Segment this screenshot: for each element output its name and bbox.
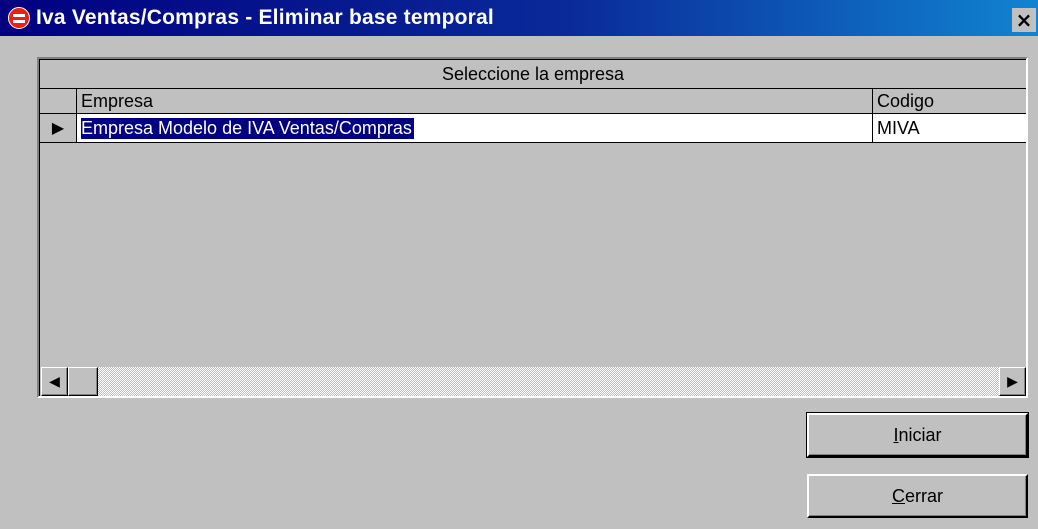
scroll-left-button[interactable]: ◀ [41,367,68,396]
horizontal-scrollbar[interactable]: ◀ ▶ [41,367,1026,396]
scroll-thumb[interactable] [68,367,98,396]
iniciar-label: niciar [898,424,942,445]
grid-caption: Seleccione la empresa [40,60,1026,89]
grid-header: Empresa Codigo [40,89,1026,114]
scroll-right-button[interactable]: ▶ [999,367,1026,396]
app-icon [8,7,30,29]
row-indicator-icon: ▶ [40,114,77,142]
cerrar-button[interactable]: Cerrar [807,474,1028,518]
table-row[interactable]: ▶ Empresa Modelo de IVA Ventas/Compras M… [40,114,1026,143]
column-header-empresa[interactable]: Empresa [77,89,873,113]
cerrar-label: errar [904,485,943,506]
indicator-column-header [40,89,77,113]
cerrar-access-key: C [891,485,905,506]
title-bar: Iva Ventas/Compras - Eliminar base tempo… [0,0,1038,36]
cell-empresa[interactable]: Empresa Modelo de IVA Ventas/Compras [77,114,873,142]
column-header-codigo[interactable]: Codigo [873,89,1026,113]
arrow-right-icon: ▶ [1007,373,1018,389]
cell-codigo[interactable]: MIVA [873,114,1026,142]
close-button[interactable]: × [1012,8,1036,32]
cell-empresa-text: Empresa Modelo de IVA Ventas/Compras [81,117,414,139]
close-icon: × [1015,8,1033,32]
iniciar-button[interactable]: Iniciar [806,412,1029,458]
company-grid[interactable]: Seleccione la empresa Empresa Codigo ▶ E… [37,57,1028,398]
window-title: Iva Ventas/Compras - Eliminar base tempo… [36,6,494,29]
arrow-left-icon: ◀ [49,373,60,389]
